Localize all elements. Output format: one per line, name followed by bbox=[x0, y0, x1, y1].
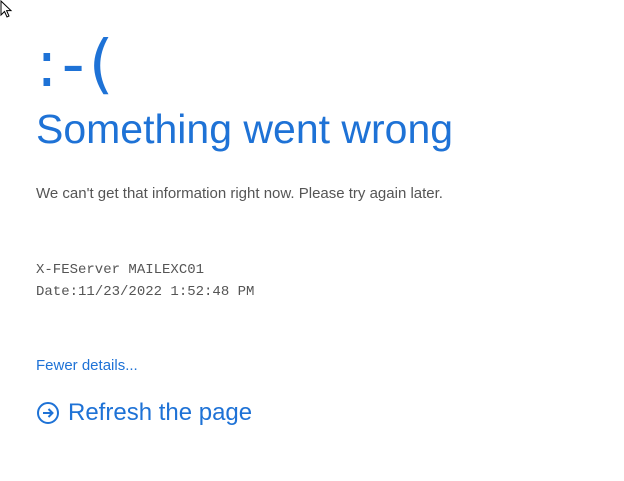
server-line: X-FEServer MAILEXC01 bbox=[36, 262, 205, 278]
fewer-details-link[interactable]: Fewer details... bbox=[36, 356, 138, 376]
mouse-pointer-icon bbox=[0, 0, 16, 18]
sad-face-emoticon: :-( bbox=[36, 28, 118, 102]
error-details: X-FEServer MAILEXC01 Date:11/23/2022 1:5… bbox=[36, 259, 254, 303]
error-message: We can't get that information right now.… bbox=[36, 185, 443, 202]
refresh-page-link[interactable]: Refresh the page bbox=[36, 397, 252, 429]
circle-arrow-right-icon bbox=[36, 401, 60, 425]
refresh-page-label: Refresh the page bbox=[68, 399, 253, 426]
date-line: Date:11/23/2022 1:52:48 PM bbox=[36, 284, 255, 300]
error-title: Something went wrong bbox=[36, 106, 454, 152]
